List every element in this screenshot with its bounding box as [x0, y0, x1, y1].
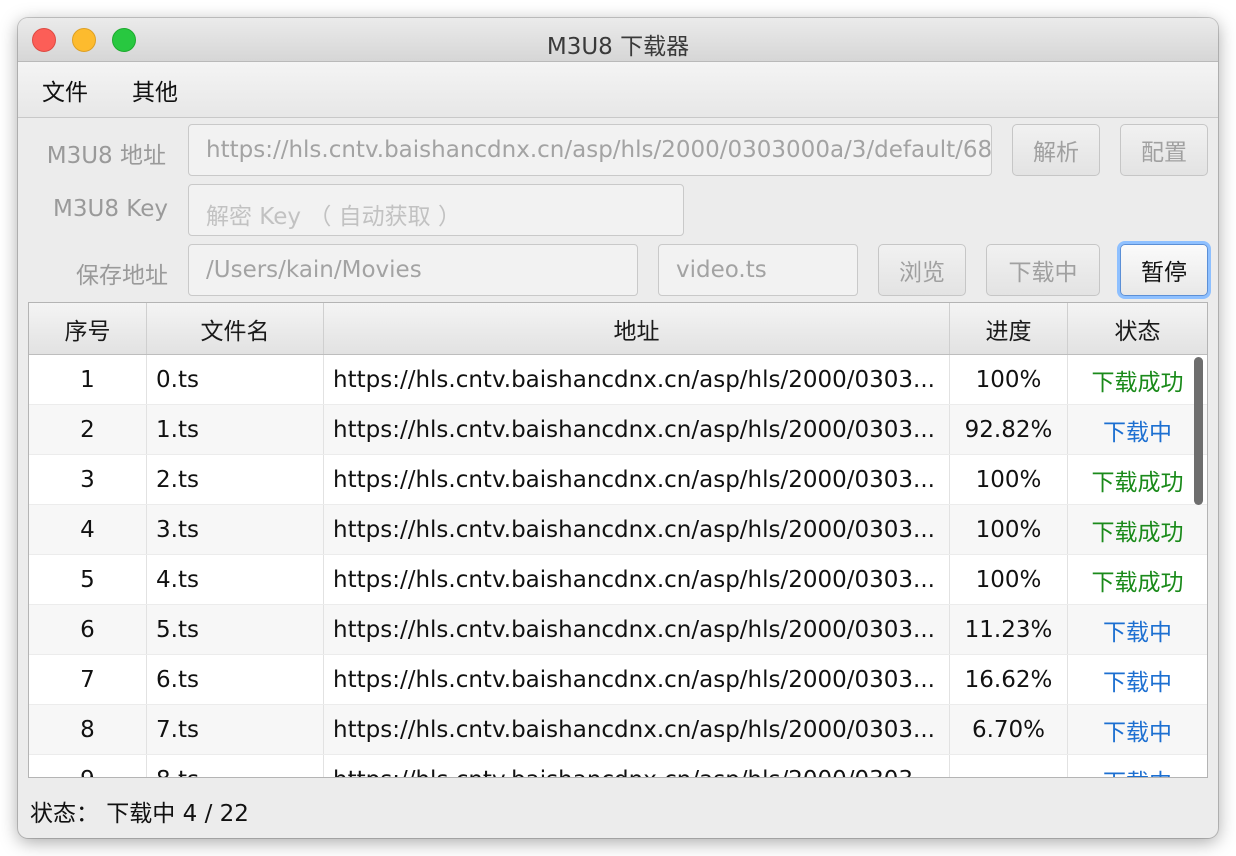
- cell-file-name: 5.ts: [147, 605, 324, 654]
- save-path-input[interactable]: /Users/kain/Movies: [188, 244, 638, 296]
- menu-file[interactable]: 文件: [40, 67, 90, 113]
- cell-index: 4: [29, 505, 147, 554]
- menu-bar: 文件 其他: [18, 62, 1218, 118]
- cell-progress: 6.70%: [950, 705, 1068, 754]
- cell-file-name: 2.ts: [147, 455, 324, 504]
- cell-index: 6: [29, 605, 147, 654]
- cell-file-name: 8.ts: [147, 755, 324, 777]
- cell-progress: [950, 755, 1068, 777]
- title-bar: M3U8 下载器: [18, 18, 1218, 62]
- column-header-url[interactable]: 地址: [324, 303, 950, 354]
- cell-index: 1: [29, 355, 147, 404]
- status-text: 状态： 下载中 4 / 22: [30, 801, 249, 827]
- cell-status: 下载成功: [1091, 369, 1184, 396]
- table-row[interactable]: 2 1.ts https://hls.cntv.baishancdnx.cn/asp…: [29, 405, 1207, 455]
- cell-url: https://hls.cntv.baishancdnx.cn/asp/hls/…: [324, 455, 950, 504]
- cell-index: 7: [29, 655, 147, 704]
- cell-file-name: 4.ts: [147, 555, 324, 604]
- cell-progress: 100%: [950, 455, 1068, 504]
- url-input[interactable]: https://hls.cntv.baishancdnx.cn/asp/hls/…: [188, 124, 992, 176]
- cell-progress: 100%: [950, 555, 1068, 604]
- browse-button[interactable]: 浏览: [878, 244, 966, 296]
- cell-status: 下载中: [1103, 669, 1172, 696]
- parse-button[interactable]: 解析: [1012, 124, 1100, 176]
- download-button[interactable]: 下载中: [986, 244, 1100, 296]
- cell-status: 下载中: [1068, 755, 1207, 778]
- table-row[interactable]: 98.tshttps://hls.cntv.baishancdnx.cn/asp…: [29, 755, 1207, 778]
- cell-url: https://hls.cntv.baishancdnx.cn/asp/hls/…: [324, 505, 950, 554]
- cell-file-name: 3.ts: [147, 505, 324, 554]
- column-header-index[interactable]: 序号: [29, 303, 147, 354]
- table-row[interactable]: 3 2.ts https://hls.cntv.baishancdnx.cn/asp…: [29, 455, 1207, 505]
- cell-status: 下载中: [1103, 719, 1172, 746]
- table-body: 1 0.ts https://hls.cntv.baishancdnx.cn/asp…: [29, 355, 1207, 778]
- cell-file-name: 1.ts: [147, 405, 324, 454]
- url-label: M3U8 地址: [46, 143, 166, 169]
- cell-progress: 16.62%: [950, 655, 1068, 704]
- table-scrollbar[interactable]: [1194, 357, 1203, 505]
- cell-url: https://hls.cntv.baishancdnx.cn/asp/hls/…: [324, 655, 950, 704]
- cell-index: 3: [29, 455, 147, 504]
- cell-progress: 11.23%: [950, 605, 1068, 654]
- cell-index: 2: [29, 405, 147, 454]
- cell-url: https://hls.cntv.baishancdnx.cn/asp/hls/…: [324, 555, 950, 604]
- cell-url: https://hls.cntv.baishancdnx.cn/asp/hls/…: [324, 405, 950, 454]
- config-form: M3U8 地址 https://hls.cntv.baishancdnx.cn/…: [18, 118, 1218, 301]
- table-row[interactable]: 6 5.ts https://hls.cntv.baishancdnx.cn/asp…: [29, 605, 1207, 655]
- cell-status: 下载中: [1103, 419, 1172, 446]
- file-name-input[interactable]: video.ts: [658, 244, 858, 296]
- column-header-progress[interactable]: 进度: [950, 303, 1068, 354]
- cell-index: 5: [29, 555, 147, 604]
- cell-status: 下载成功: [1091, 469, 1184, 496]
- window-title: M3U8 下载器: [546, 34, 690, 60]
- cell-index: 8: [29, 705, 147, 754]
- cell-url: https://hls.cntv.baishancdnx.cn/asp/hls/…: [324, 355, 950, 404]
- cell-url: https://hls.cntv.baishancdnx.cn/asp/hls/…: [324, 755, 950, 777]
- cell-status: 下载中: [1103, 619, 1172, 646]
- table-row[interactable]: 8 7.ts https://hls.cntv.baishancdnx.cn/asp…: [29, 705, 1207, 755]
- segment-table: 序号 文件名 地址 进度 状态 1 0.ts https://hls.cntv.ba…: [28, 302, 1208, 778]
- cell-url: https://hls.cntv.baishancdnx.cn/asp/hls/…: [324, 605, 950, 654]
- cell-progress: 92.82%: [950, 405, 1068, 454]
- cell-file-name: 0.ts: [147, 355, 324, 404]
- table-header: 序号 文件名 地址 进度 状态: [29, 303, 1207, 355]
- cell-index: 9: [29, 755, 147, 777]
- pause-button[interactable]: 暂停: [1120, 244, 1208, 296]
- key-label: M3U8 Key: [53, 196, 168, 222]
- column-header-status[interactable]: 状态: [1068, 303, 1207, 354]
- key-input[interactable]: 解密 Key （ 自动获取 ）: [188, 184, 684, 236]
- table-row[interactable]: 4 3.ts https://hls.cntv.baishancdnx.cn/asp…: [29, 505, 1207, 555]
- save-path-label: 保存地址: [76, 263, 168, 289]
- cell-status: 下载成功: [1091, 519, 1184, 546]
- cell-file-name: 6.ts: [147, 655, 324, 704]
- cell-file-name: 7.ts: [147, 705, 324, 754]
- cell-progress: 100%: [950, 505, 1068, 554]
- table-row[interactable]: 7 6.ts https://hls.cntv.baishancdnx.cn/asp…: [29, 655, 1207, 705]
- cell-url: https://hls.cntv.baishancdnx.cn/asp/hls/…: [324, 705, 950, 754]
- table-row[interactable]: 1 0.ts https://hls.cntv.baishancdnx.cn/asp…: [29, 355, 1207, 405]
- config-button[interactable]: 配置: [1120, 124, 1208, 176]
- app-window: M3U8 下载器 文件 其他 M3U8 地址 https://hls.cntv.…: [18, 18, 1218, 838]
- table-row[interactable]: 5 4.ts https://hls.cntv.baishancdnx.cn/asp…: [29, 555, 1207, 605]
- menu-other[interactable]: 其他: [130, 67, 180, 113]
- column-header-name[interactable]: 文件名: [147, 303, 324, 354]
- cell-progress: 100%: [950, 355, 1068, 404]
- cell-status: 下载成功: [1091, 569, 1184, 596]
